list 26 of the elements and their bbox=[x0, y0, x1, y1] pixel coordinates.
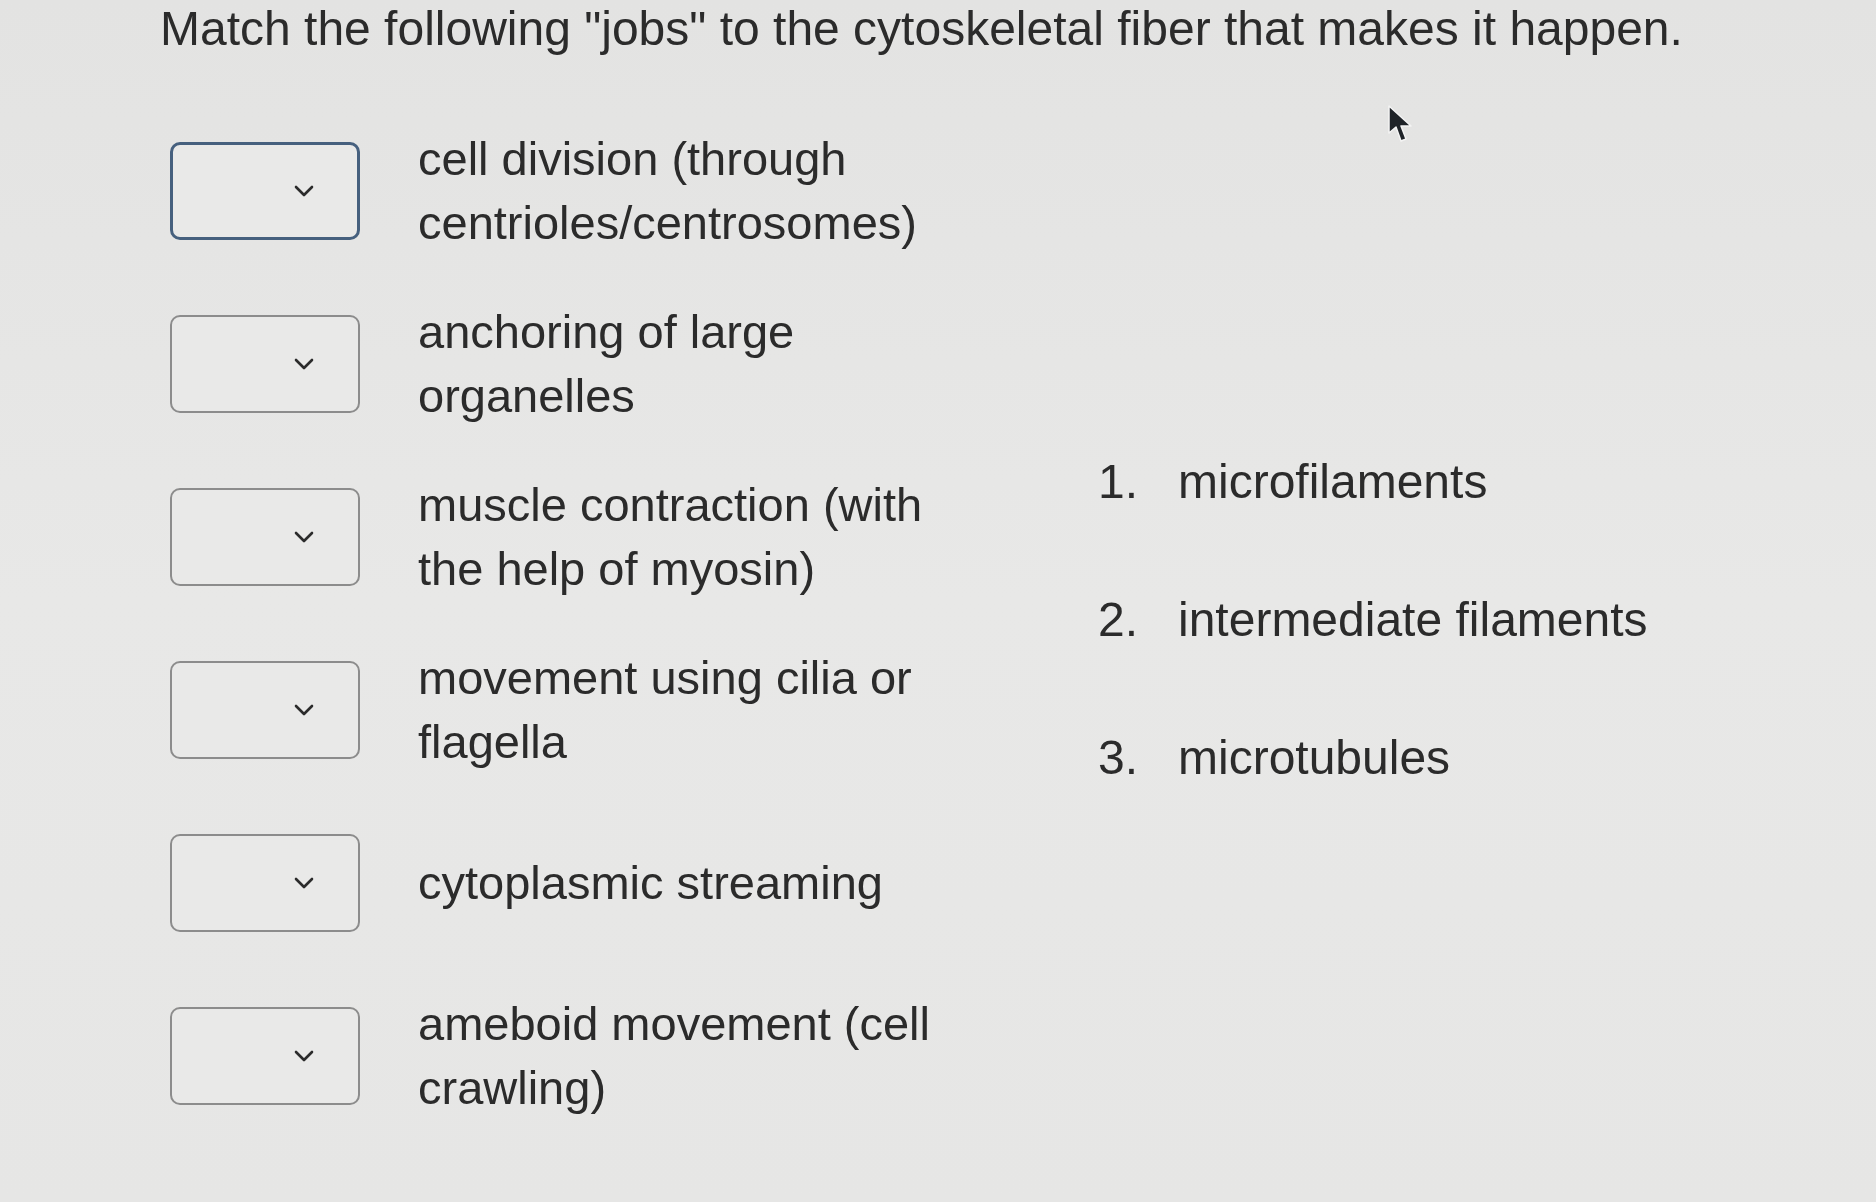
answer-dropdown[interactable] bbox=[170, 315, 360, 413]
answer-dropdown[interactable] bbox=[170, 488, 360, 586]
answer-dropdown[interactable] bbox=[170, 142, 360, 240]
job-label: cytoplasmic streaming bbox=[418, 855, 883, 911]
choice-number: 2. bbox=[1098, 592, 1140, 648]
chevron-down-icon bbox=[294, 704, 314, 716]
choice-label: intermediate filaments bbox=[1178, 592, 1648, 648]
job-label: movement using cilia or flagella bbox=[418, 650, 913, 770]
answer-dropdown[interactable] bbox=[170, 834, 360, 932]
answer-dropdown[interactable] bbox=[170, 1007, 360, 1105]
mouse-pointer-icon bbox=[1388, 105, 1412, 143]
chevron-down-icon bbox=[294, 358, 314, 370]
answer-dropdown[interactable] bbox=[170, 661, 360, 759]
question-text: Match the following "jobs" to the cytoskeletal fiber that makes it happen. bbox=[160, 1, 1684, 57]
job-label: ameboid movement (cell crawling) bbox=[418, 996, 931, 1116]
chevron-down-icon bbox=[294, 185, 314, 197]
choice-label: microfilaments bbox=[1178, 454, 1488, 510]
chevron-down-icon bbox=[294, 1050, 314, 1062]
chevron-down-icon bbox=[294, 531, 314, 543]
choice-number: 3. bbox=[1098, 730, 1140, 786]
choice-number: 1. bbox=[1098, 454, 1140, 510]
chevron-down-icon bbox=[294, 877, 314, 889]
choice-label: microtubules bbox=[1178, 730, 1451, 786]
job-label: muscle contraction (with the help of myosin) bbox=[418, 477, 924, 597]
job-label: cell division (through centrioles/centrosomes) bbox=[418, 131, 918, 251]
job-label: anchoring of large organelles bbox=[418, 304, 796, 424]
